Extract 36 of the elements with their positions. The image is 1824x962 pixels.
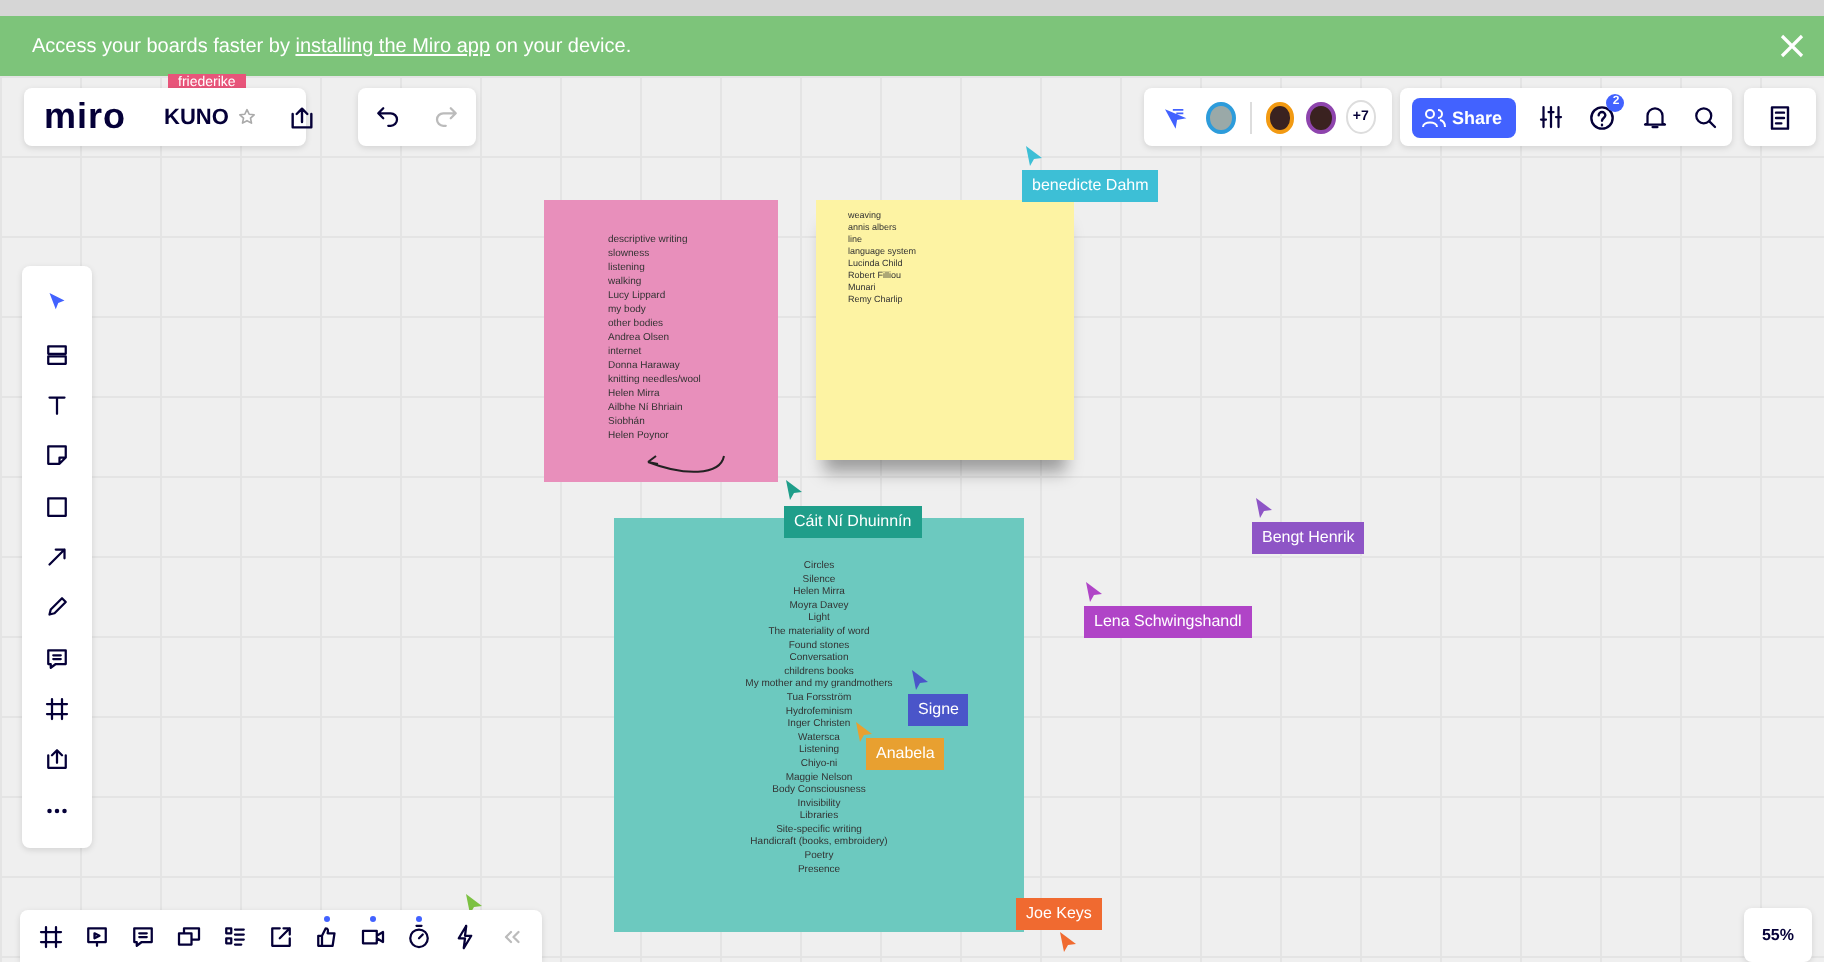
export-icon[interactable] [266,921,296,951]
people-icon [1422,107,1446,127]
frame-icon[interactable] [36,921,66,951]
timer-icon[interactable] [404,921,434,951]
comment-icon[interactable] [42,643,72,674]
follow-cursor-icon[interactable] [1160,103,1188,131]
list-icon[interactable] [220,921,250,951]
sliders-icon[interactable] [1536,102,1567,132]
cursor-label: Signe [908,694,969,726]
star-icon[interactable] [236,106,259,128]
search-icon[interactable] [1689,102,1720,132]
share-button[interactable]: Share [1412,97,1517,137]
sticky-note[interactable] [614,518,1024,932]
avatar[interactable] [1265,101,1295,133]
notification-bell-icon[interactable] [1639,102,1670,132]
square-icon[interactable] [42,491,72,522]
frame-icon[interactable] [42,694,72,725]
upload-icon[interactable] [42,744,72,775]
help-icon[interactable] [1586,101,1619,133]
cursor-label: Bengt Henrik [1252,522,1365,554]
presentation-icon[interactable] [82,921,112,951]
banner-message: Access your boards faster by installing the Miro app on your device. [32,35,632,57]
comment-icon[interactable] [128,921,158,951]
cursor-label: benedicte Dahm [1022,170,1159,202]
zoom-level[interactable]: 55% [1744,908,1812,962]
templates-icon[interactable] [42,339,72,370]
cursor-label: Lena Schwingshandl [1084,606,1252,638]
cards-icon[interactable] [174,921,204,951]
avatar[interactable] [1306,101,1336,133]
thumbs-up-icon[interactable] [312,921,342,951]
sticky-note-icon[interactable] [42,440,72,471]
miro-logo[interactable]: miro [44,96,127,138]
cursor-label: Anabela [866,738,945,770]
board-name[interactable]: KUNO [164,105,229,129]
undo-icon[interactable] [372,102,403,132]
cursor-label: Cáit Ní Dhuinnín [784,506,922,538]
